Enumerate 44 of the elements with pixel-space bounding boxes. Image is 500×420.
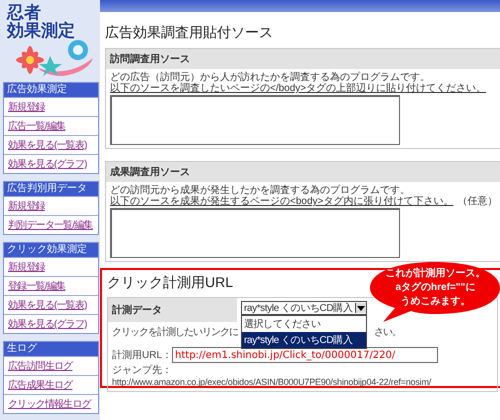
sidebar-link[interactable]: クリック情報生ログ [8, 397, 91, 411]
logo-text: 効果測定 [7, 22, 75, 40]
source-code-field[interactable] [110, 95, 400, 145]
optional-note: （任意） [457, 196, 498, 207]
logo-text: 忍者 [7, 4, 41, 22]
dropdown-option[interactable]: ray*style くのいちCD購入 [242, 332, 366, 348]
description-text: どの訪問元から成果が発生したかを調査する為のプログラムです。 [110, 185, 411, 196]
description-text: どの広告（訪問元）から人が訪れたかを調査する為のプログラムです。 [110, 72, 431, 83]
dropdown-option[interactable]: 選択してください [242, 316, 366, 332]
callout-text: うめこみます。 [400, 295, 470, 309]
sidebar-section-title: 生ログ [4, 342, 98, 356]
dropdown[interactable]: ray*style くのいちCD購入 [241, 301, 367, 315]
sidebar-link[interactable]: 効果を見る(グラフ) [8, 317, 87, 331]
sidebar-section-title: クリック効果測定 [4, 243, 98, 257]
field-label: 計測用URL： [112, 348, 172, 362]
sidebar-link[interactable]: 広告訪問生ログ [8, 359, 72, 373]
sidebar-link[interactable]: 新規登録 [8, 199, 45, 213]
caret-icon [355, 303, 366, 313]
callout-text: これが計測用ソース。 [385, 267, 486, 281]
sidebar-link[interactable]: 登録一覧/編集 [8, 279, 66, 293]
field-label: 計測データ [108, 298, 237, 322]
sidebar-link[interactable]: 効果を見る(グラフ) [8, 157, 87, 171]
instruction-text: 以下のソースを調査したいページの</body>タグの上部辺りに貼り付けてください。 [110, 83, 486, 94]
sidebar-link[interactable]: 広告成果生ログ [8, 378, 72, 392]
sidebar-link[interactable]: 効果を見る(一覧表) [8, 298, 87, 312]
panel-title: 成果調査用ソース [106, 162, 500, 182]
sidebar-link[interactable]: 効果を見る(一覧表) [8, 138, 87, 152]
sidebar-section-title: 広告判別用データ [4, 182, 98, 196]
instruction-text: さい。 [374, 326, 401, 339]
section-title: クリック計測用URL [107, 274, 234, 292]
source-code-field[interactable] [110, 208, 400, 258]
sidebar-link[interactable]: 新規登録 [8, 260, 45, 274]
sidebar-link[interactable]: 広告一覧/編集 [8, 119, 66, 133]
sidebar-section-title: 広告効果測定 [4, 83, 98, 97]
sidebar-link[interactable]: 判別データ一覧/編集 [8, 218, 93, 232]
jump-url: http://www.amazon.co.jp/exec/obidos/ASIN/B000U7PE90/shinobijp04-22/ref=nosim/ [112, 377, 432, 387]
url-field[interactable]: http://em1.shinobi.jp/Click_to/0000017/220/ [172, 347, 438, 363]
instruction-text: クリックを計測したいリンクに [112, 326, 238, 339]
instruction-text: 以下のソースを成果が発生するページの<body>タグ内に張り付けて下さい。 [110, 196, 454, 207]
callout-text: aタグのhref=""に [395, 281, 476, 295]
panel-title: 訪問調査用ソース [106, 49, 500, 69]
sidebar-link[interactable]: 新規登録 [8, 100, 45, 114]
field-label: ジャンプ先： [112, 364, 173, 377]
page-title: 広告効果調査用貼付ソース [105, 24, 274, 42]
